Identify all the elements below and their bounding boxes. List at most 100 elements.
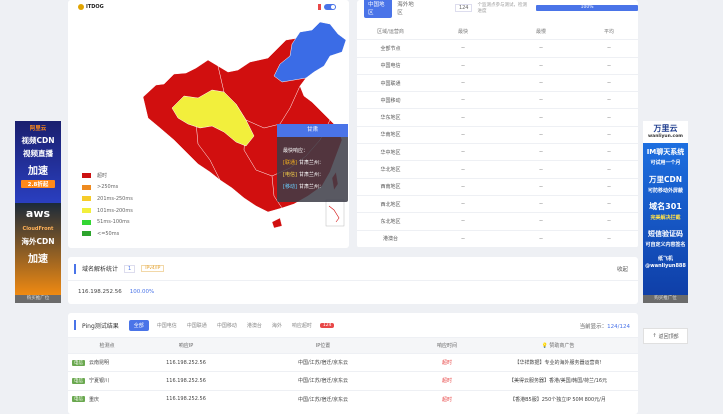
legend-swatch [82, 208, 91, 214]
section-marker [74, 320, 76, 330]
isp-badge: 电信 [72, 377, 85, 384]
ad-left[interactable]: 阿里云 视频CDN 视频直播 加速 2.8折起 aws CloudFront 海… [15, 121, 61, 303]
resolved-percent: 100.00% [129, 289, 155, 295]
tooltip-row: [联通] 甘肃兰州： [283, 160, 324, 166]
ad-right[interactable]: 万里云 wanliyun.com IM聊天系统 可试用一个月 万里CDN 可防移… [643, 121, 688, 303]
table-header: 区域/运营商 最快 最慢 平均 [357, 23, 638, 41]
current-display: 当前显示：124/124 [579, 324, 630, 330]
node-count: 124 [454, 4, 473, 12]
collapse-button[interactable]: 收起 [617, 265, 628, 273]
domain-count: 1 [124, 264, 136, 273]
toggle-switch[interactable] [324, 4, 336, 10]
domain-header: 域名解析统计 1 IPv4/IP [68, 257, 638, 281]
table-row: 西南地区 -- -- -- [357, 179, 638, 196]
map-legend: 超时 >250ms 201ms-250ms 101ms-200ms 51ms-1… [82, 170, 133, 240]
response-ip[interactable]: 116.198.252.56 [142, 396, 230, 402]
legend-item: >250ms [82, 182, 133, 194]
timeout-count: 124 [319, 322, 335, 328]
section-marker [74, 263, 76, 274]
table-row: 华南地区 -- -- -- [357, 127, 638, 145]
ping-table-header: 检测点 响应IP IP位置 响应时间 💡 赞助商广告 [68, 337, 638, 353]
table-row: 西北地区 -- -- -- [357, 196, 638, 214]
ip-type-tag: IPv4/IP [141, 265, 165, 272]
legend-swatch [82, 219, 91, 225]
ping-title: Ping测试结果 [82, 322, 119, 330]
logo-icon [78, 4, 84, 10]
resolved-ip[interactable]: 116.198.252.56 [78, 289, 122, 295]
response-time: 超时 [441, 360, 452, 367]
domain-row: 116.198.252.56 100.00% [68, 281, 638, 303]
tooltip-row: [移动] 甘肃兰州： [283, 184, 324, 190]
table-row: 中国联通 -- -- -- [357, 75, 638, 93]
ping-row: 电信 重庆 116.198.252.56 中国/江苏/宿迁/京东云 超时 【香港B5服】2… [68, 389, 638, 408]
ad-caption[interactable]: 购买推广位 [15, 295, 61, 303]
ip-location: 中国/江苏/宿迁/京东云 [297, 360, 349, 367]
ad-caption[interactable]: 购买推广位 [643, 295, 688, 303]
legend-item: 101ms-200ms [82, 205, 133, 217]
region-stats-panel: 中国地区 海外地区 124 个监测点参与测试，检测进度 100% 区域/运营商 … [357, 0, 638, 248]
domain-title: 域名解析统计 [82, 266, 119, 273]
map-panel: ITDOG 超时 >250ms 201ms-250ms 101ms-200ms … [68, 0, 349, 248]
ad-wanliyun[interactable]: IM聊天系统 可试用一个月 万里CDN 可防移动外屏蔽 域名301 完美解决拦截… [643, 143, 688, 295]
legend-swatch [82, 196, 91, 202]
domain-resolve-panel: 域名解析统计 1 IPv4/IP 收起 116.198.252.56 100.0… [68, 257, 638, 304]
response-time: 超时 [441, 378, 452, 385]
node-name: 云南昆明 [89, 360, 110, 367]
filter-all[interactable]: 全部 [128, 319, 149, 331]
isp-badge: 电信 [72, 359, 85, 366]
ad-aliyun[interactable]: 阿里云 视频CDN 视频直播 加速 2.8折起 [15, 121, 61, 203]
legend-item: 201ms-250ms [82, 193, 133, 205]
sponsor-ad[interactable]: 【香港B5服】250个独立IP 50M 800元/月 [478, 396, 638, 403]
response-ip[interactable]: 116.198.252.56 [142, 360, 230, 366]
tab-overseas[interactable]: 海外地区 [397, 0, 417, 16]
table-row: 港澳台 -- -- -- [357, 231, 638, 248]
ping-results-panel: Ping测试结果 全部 中国电信 中国联通 中国移动 港澳台 海外 响应超时 1… [68, 313, 638, 414]
legend-swatch [82, 173, 91, 179]
table-row: 华东地区 -- -- -- [357, 109, 638, 127]
filter-overseas[interactable]: 海外 [270, 322, 284, 329]
table-row: 华中地区 -- -- -- [357, 144, 638, 162]
filter-hmt[interactable]: 港澳台 [245, 322, 264, 329]
tooltip-row: [电信] 甘肃兰州： [283, 172, 324, 178]
filter-mobile[interactable]: 中国移动 [215, 322, 239, 329]
ad-aws[interactable]: aws CloudFront 海外CDN 加速 [15, 203, 61, 295]
filter-unicom[interactable]: 中国联通 [185, 322, 209, 329]
legend-item: 51ms-100ms [82, 216, 133, 228]
table-row: 中国电信 -- -- -- [357, 58, 638, 75]
ip-location: 中国/江苏/宿迁/京东云 [297, 378, 349, 385]
table-row: 华北地区 -- -- -- [357, 161, 638, 179]
sponsor-ad[interactable]: 【华祥数据】专业的海外服务器运营商! [478, 359, 638, 366]
ping-header: Ping测试结果 全部 中国电信 中国联通 中国移动 港澳台 海外 响应超时 1… [68, 313, 638, 337]
node-name: 宁夏银川 [89, 378, 110, 385]
ad-wanliyun-brand[interactable]: 万里云 wanliyun.com [643, 121, 688, 143]
back-to-top-button[interactable]: ↑ 返回顶部 [643, 328, 688, 344]
table-row: 全部节点 -- -- -- [357, 40, 638, 58]
legend-item: 超时 [82, 170, 133, 182]
node-name: 重庆 [89, 396, 100, 403]
ping-row: 电信 宁夏银川 116.198.252.56 中国/江苏/宿迁/京东云 超时 【美得云服务… [68, 371, 638, 389]
filter-telecom[interactable]: 中国电信 [155, 322, 179, 329]
stats-toolbar: 中国地区 海外地区 124 个监测点参与测试，检测进度 100% [357, 0, 638, 18]
response-ip[interactable]: 116.198.252.56 [142, 378, 230, 384]
legend-swatch [82, 184, 91, 190]
response-time: 超时 [441, 396, 452, 403]
tab-china[interactable]: 中国地区 [364, 0, 393, 18]
ping-row: 电信 云南昆明 116.198.252.56 中国/江苏/宿迁/京东云 超时 【华祥数据】… [68, 353, 638, 371]
tooltip-title: 甘肃 [277, 124, 348, 137]
progress-bar: 100% [536, 5, 638, 11]
tooltip-subtitle: 最快响应： [283, 148, 309, 154]
isp-badge: 电信 [72, 396, 85, 403]
pin-icon [318, 4, 321, 10]
bulb-icon: 💡 [541, 343, 548, 349]
map-toggle[interactable] [318, 4, 336, 10]
filter-timeout[interactable]: 响应超时 [290, 322, 314, 329]
table-row: 东北地区 -- -- -- [357, 213, 638, 231]
ip-location: 中国/江苏/宿迁/京东云 [297, 396, 349, 403]
itdog-logo: ITDOG [78, 4, 104, 10]
stats-table: 区域/运营商 最快 最慢 平均 全部节点 -- -- -- 中国电信 -- -- -- 中国联通… [357, 23, 638, 248]
table-row: 中国移动 -- -- -- [357, 92, 638, 110]
sponsor-ad[interactable]: 【美得云服务器】香港/美国/韩国/荷兰/16元 [478, 377, 638, 384]
legend-item: <=50ms [82, 228, 133, 240]
progress-note: 个监测点参与测试，检测进度 [477, 3, 527, 14]
legend-swatch [82, 231, 91, 237]
